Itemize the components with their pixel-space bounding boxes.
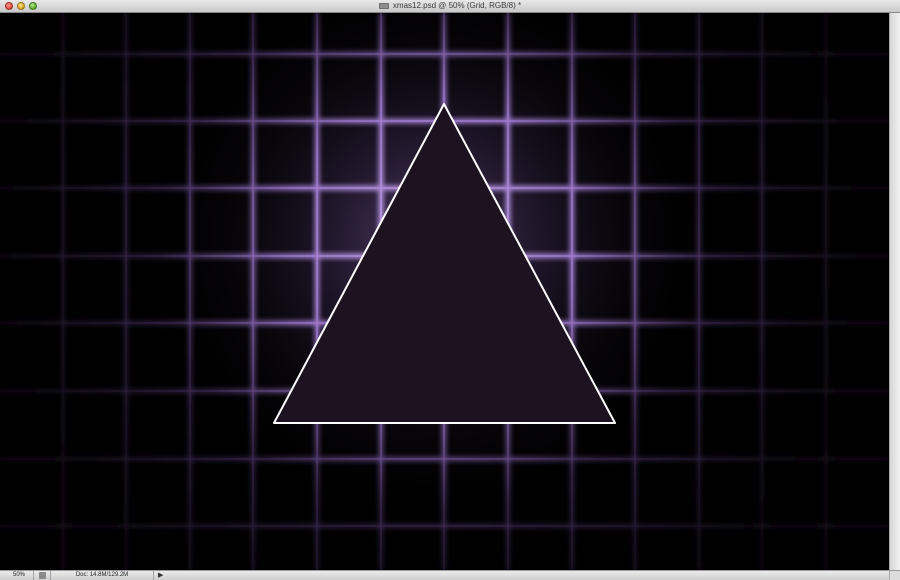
zoom-level-field[interactable]: 50% xyxy=(0,571,34,580)
document-proxy-icon[interactable] xyxy=(378,3,389,9)
vertical-scrollbar[interactable] xyxy=(889,13,900,570)
window-title-group: xmas12.psd @ 50% (Grid, RGB/8) * xyxy=(0,0,900,12)
resize-corner[interactable] xyxy=(889,571,900,580)
document-canvas[interactable] xyxy=(0,13,889,570)
document-size-info[interactable]: Doc: 14.8M/129.2M xyxy=(50,571,154,580)
status-bar: 50% Doc: 14.8M/129.2M ▶ xyxy=(0,570,900,580)
window-title: xmas12.psd @ 50% (Grid, RGB/8) * xyxy=(392,1,522,10)
title-bar[interactable]: xmas12.psd @ 50% (Grid, RGB/8) * xyxy=(0,0,900,13)
document-status-icon[interactable] xyxy=(39,572,46,579)
photoshop-document-window: xmas12.psd @ 50% (Grid, RGB/8) * 50% Doc… xyxy=(0,0,900,580)
triangle-right-icon[interactable]: ▶ xyxy=(158,572,163,580)
artwork xyxy=(0,13,889,570)
